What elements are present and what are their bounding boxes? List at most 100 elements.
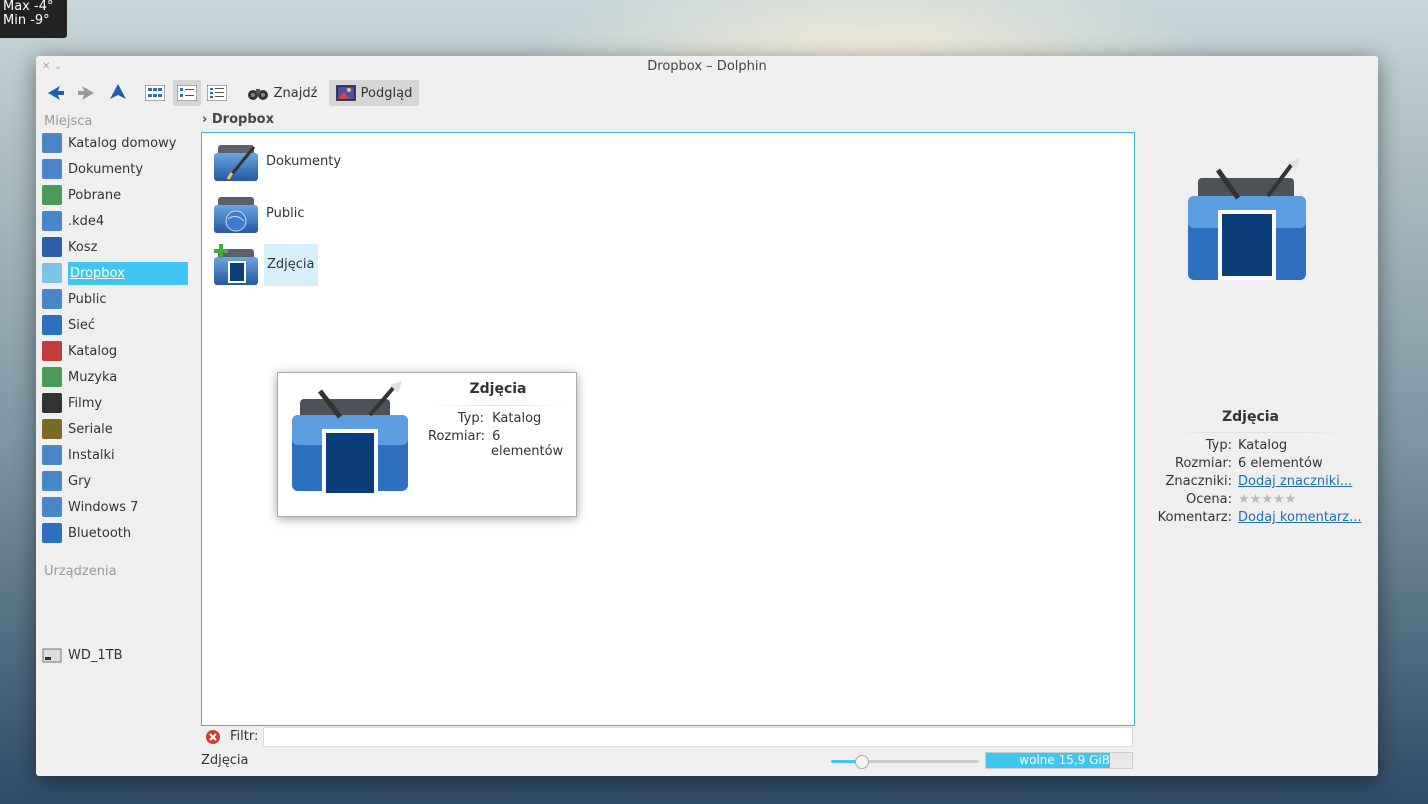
info-size-value: 6 elementów: [1238, 456, 1323, 471]
file-item-dokumenty[interactable]: Dokumenty: [214, 137, 343, 185]
place-label: Pobrane: [68, 187, 122, 203]
place-wd-1tb[interactable]: WD_1TB: [42, 642, 194, 668]
place-item[interactable]: Gry: [42, 468, 194, 494]
rating-star-icon[interactable]: ★: [1238, 492, 1250, 507]
place-item[interactable]: Kosz: [42, 234, 194, 260]
place-label: Filmy: [68, 395, 103, 411]
file-item-public[interactable]: Public: [214, 189, 306, 237]
window-controls: ✕ ⌄: [42, 56, 62, 78]
place-item[interactable]: Katalog: [42, 338, 194, 364]
home-folder-icon: [42, 133, 62, 153]
clear-filter-icon[interactable]: [205, 729, 221, 745]
place-label: Instalki: [68, 447, 115, 463]
place-item[interactable]: Public: [42, 286, 194, 312]
title-bar[interactable]: ✕ ⌄ Dropbox – Dolphin: [36, 56, 1378, 78]
rating-star-icon[interactable]: ★: [1261, 492, 1273, 507]
music-folder-icon: [42, 367, 62, 387]
place-label: WD_1TB: [68, 647, 123, 663]
devices-section-title: Urządzenia: [44, 564, 117, 579]
trash-icon: [42, 237, 62, 257]
rating-stars[interactable]: ★★★★★: [1238, 492, 1296, 507]
up-button[interactable]: [106, 80, 130, 106]
info-rating-key: Ocena:: [1186, 492, 1232, 507]
file-tooltip: Zdjęcia Typ: Katalog Rozmiar: 6 elementó…: [277, 372, 577, 517]
file-item-zdjecia[interactable]: Zdjęcia: [214, 241, 318, 289]
forward-button[interactable]: [74, 80, 98, 106]
place-label: Gry: [68, 473, 92, 489]
back-button[interactable]: [44, 80, 68, 106]
place-label: .kde4: [68, 213, 105, 229]
public-folder-icon: [42, 289, 62, 309]
zoom-slider[interactable]: [831, 755, 979, 769]
info-comment-row: Komentarz: Dodaj komentarz...: [1144, 510, 1362, 528]
free-space-label: wolne 15,9 GiB: [1019, 753, 1110, 767]
binoculars-icon: [247, 89, 268, 100]
preview-button[interactable]: Podgląd: [329, 80, 419, 106]
place-label: Windows 7: [68, 499, 139, 515]
preview-icon: [335, 85, 356, 101]
rating-star-icon[interactable]: ★: [1273, 492, 1285, 507]
close-window-icon[interactable]: ✕: [42, 61, 50, 72]
pictures-folder-icon: [1188, 158, 1306, 280]
file-view[interactable]: Dokumenty Public Zdjęcia Zdjęcia Typ: Ka…: [201, 132, 1135, 726]
clapper-icon: [42, 419, 62, 439]
film-icon: [42, 393, 62, 413]
add-tags-link[interactable]: Dodaj znaczniki...: [1238, 474, 1352, 489]
tooltip-size-row: Rozmiar: 6: [428, 429, 500, 444]
icons-view-button[interactable]: [142, 80, 168, 106]
compact-view-button[interactable]: [173, 80, 201, 106]
place-label: Kosz: [68, 239, 98, 255]
places-panel: Miejsca Katalog domowy Dokumenty Pobrane .k…: [36, 112, 200, 672]
tooltip-size-value: 6: [492, 429, 501, 444]
compact-view-icon: [177, 85, 197, 101]
breadcrumb-current[interactable]: Dropbox: [212, 112, 274, 127]
place-label: Public: [68, 291, 107, 307]
info-rating-row: Ocena: ★★★★★: [1144, 492, 1296, 510]
dropbox-icon: [42, 263, 62, 283]
weather-widget: Max -4° Min -9°: [0, 0, 67, 38]
place-item[interactable]: Instalki: [42, 442, 194, 468]
status-text: Zdjęcia: [201, 753, 249, 768]
place-item[interactable]: Pobrane: [42, 182, 194, 208]
places-section-title: Miejsca: [44, 114, 93, 129]
red-folder-icon: [42, 341, 62, 361]
info-type-row: Typ: Katalog: [1144, 438, 1287, 456]
filter-input[interactable]: [263, 727, 1133, 747]
kde-folder-icon: [42, 211, 62, 231]
info-type-key: Typ:: [1205, 438, 1232, 453]
place-item[interactable]: Katalog domowy: [42, 130, 194, 156]
place-label: Muzyka: [68, 369, 118, 385]
place-label: Dokumenty: [68, 161, 144, 177]
details-view-icon: [207, 85, 227, 101]
packages-folder-icon: [42, 445, 62, 465]
dolphin-window: ✕ ⌄ Dropbox – Dolphin Znajdź Podgląd Mie…: [36, 56, 1378, 776]
info-comment-key: Komentarz:: [1157, 510, 1232, 525]
place-item[interactable]: Muzyka: [42, 364, 194, 390]
tooltip-type-key: Typ:: [457, 411, 484, 426]
add-comment-link[interactable]: Dodaj komentarz...: [1238, 510, 1361, 525]
place-item[interactable]: Sieć: [42, 312, 194, 338]
rating-star-icon[interactable]: ★: [1250, 492, 1262, 507]
rating-star-icon[interactable]: ★: [1285, 492, 1297, 507]
place-item[interactable]: Dropbox: [42, 260, 194, 286]
place-label: Katalog: [68, 343, 118, 359]
icons-view-icon: [145, 85, 165, 101]
free-space-bar[interactable]: wolne 15,9 GiB: [985, 752, 1133, 769]
downloads-folder-icon: [42, 185, 62, 205]
place-item[interactable]: Filmy: [42, 390, 194, 416]
info-tags-row: Znaczniki: Dodaj znaczniki...: [1144, 474, 1353, 492]
info-size-key: Rozmiar:: [1175, 456, 1232, 471]
documents-folder-icon: [42, 159, 62, 179]
place-item[interactable]: .kde4: [42, 208, 194, 234]
place-item[interactable]: Windows 7: [42, 494, 194, 520]
breadcrumb[interactable]: › Dropbox: [202, 112, 274, 128]
find-button[interactable]: Znajdź: [242, 80, 322, 106]
zoom-slider-handle[interactable]: [854, 755, 869, 769]
tooltip-size-value-cont: elementów: [491, 444, 564, 459]
place-item[interactable]: Dokumenty: [42, 156, 194, 182]
menu-chevron-icon[interactable]: ⌄: [54, 61, 62, 72]
weather-min: Min -9°: [3, 13, 50, 28]
place-item[interactable]: Seriale: [42, 416, 194, 442]
details-view-button[interactable]: [204, 80, 230, 106]
place-item[interactable]: Bluetooth: [42, 520, 194, 546]
